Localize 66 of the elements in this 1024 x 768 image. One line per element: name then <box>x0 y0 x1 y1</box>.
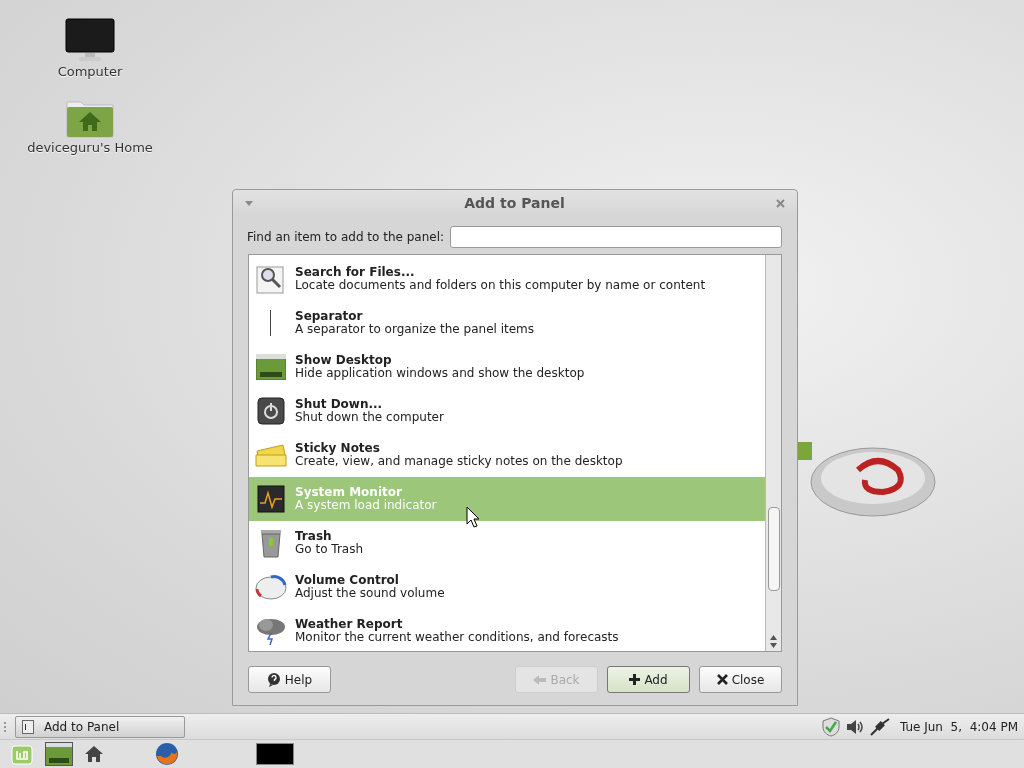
dialog-button[interactable]: Close <box>699 666 782 693</box>
list-item[interactable]: Weather Report Monitor the current weather conditions, and forecasts <box>249 609 765 651</box>
list-item[interactable]: Separator A separator to organize the panel items <box>249 301 765 345</box>
power-icon <box>257 397 285 425</box>
search-label: Find an item to add to the panel: <box>247 230 445 244</box>
desktop-icon-label[interactable]: Computer <box>57 64 123 79</box>
scroll-up-icon[interactable] <box>770 635 777 640</box>
item-description: Shut down the computer <box>295 411 444 424</box>
scroll-down-icon[interactable] <box>770 643 777 648</box>
mouse-pointer-icon <box>466 506 480 528</box>
browser-globe-icon[interactable] <box>155 742 179 766</box>
list-item[interactable]: Sticky Notes Create, view, and manage sticky notes on the desktop <box>249 433 765 477</box>
volume-icon[interactable] <box>845 719 864 734</box>
item-name: Search for Files... <box>295 266 416 279</box>
item-name: Sticky Notes <box>295 442 381 455</box>
home-folder-icon[interactable] <box>66 98 114 138</box>
item-description: A system load indicator <box>295 499 437 512</box>
item-description: Go to Trash <box>295 543 364 556</box>
volume-knob-icon <box>255 574 287 600</box>
plus-icon <box>629 674 641 685</box>
shield-check-icon[interactable] <box>821 716 840 737</box>
network-plug-icon[interactable] <box>869 717 890 736</box>
help-icon <box>266 672 281 687</box>
item-description: A separator to organize the panel items <box>295 323 535 336</box>
item-name: Volume Control <box>295 574 400 587</box>
trash-icon <box>260 528 282 558</box>
sticky-notes-icon <box>255 443 287 467</box>
close-icon <box>716 674 728 685</box>
item-name: Trash <box>295 530 333 543</box>
list-item[interactable]: Search for Files... Locate documents and folders on this computer by name or content <box>249 257 765 301</box>
list-item[interactable]: Volume Control Adjust the sound volume <box>249 565 765 609</box>
back-arrow-icon <box>533 674 547 685</box>
scrollbar-thumb[interactable] <box>768 507 780 591</box>
terminal-icon[interactable] <box>256 743 294 765</box>
scrollbar[interactable] <box>765 255 781 651</box>
show-desktop-icon[interactable] <box>45 742 73 766</box>
desktop-icon <box>256 354 286 380</box>
separator-line-icon <box>270 310 272 336</box>
list-item[interactable]: Trash Go to Trash <box>249 521 765 565</box>
window-menu-icon[interactable] <box>245 200 253 206</box>
item-name: Shut Down... <box>295 398 384 411</box>
item-description: Hide application windows and show the desktop <box>295 367 585 380</box>
search-field[interactable] <box>450 226 782 248</box>
desktop-icon-label[interactable]: deviceguru's Home <box>27 140 153 155</box>
taskbar-window-button[interactable]: Add to Panel <box>15 715 185 738</box>
item-description: Create, view, and manage sticky notes on the desktop <box>295 455 623 468</box>
item-name: Separator <box>295 310 364 323</box>
window-icon <box>22 719 34 734</box>
monitor-icon[interactable] <box>65 18 115 62</box>
storm-cloud-icon <box>255 617 287 645</box>
dialog-button[interactable]: Add <box>607 666 690 693</box>
home-icon[interactable] <box>85 746 103 762</box>
clock[interactable]: Tue Jun 5, 4:04 PM <box>899 719 1018 734</box>
close-icon[interactable] <box>776 198 785 208</box>
item-name: System Monitor <box>295 486 403 499</box>
list-item[interactable]: Shut Down... Shut down the computer <box>249 389 765 433</box>
item-description: Monitor the current weather conditions, and forecasts <box>295 631 619 644</box>
dialog-button[interactable]: Help <box>248 666 331 693</box>
item-name: Show Desktop <box>295 354 393 367</box>
item-description: Locate documents and folders on this computer by name or content <box>295 279 706 292</box>
window-title: Add to Panel <box>464 195 565 211</box>
list-item[interactable]: Show Desktop Hide application windows and show the desktop <box>249 345 765 389</box>
item-description: Adjust the sound volume <box>295 587 445 600</box>
magnifier-icon <box>256 264 286 294</box>
item-name: Weather Report <box>295 618 404 631</box>
system-monitor-icon <box>257 485 285 513</box>
